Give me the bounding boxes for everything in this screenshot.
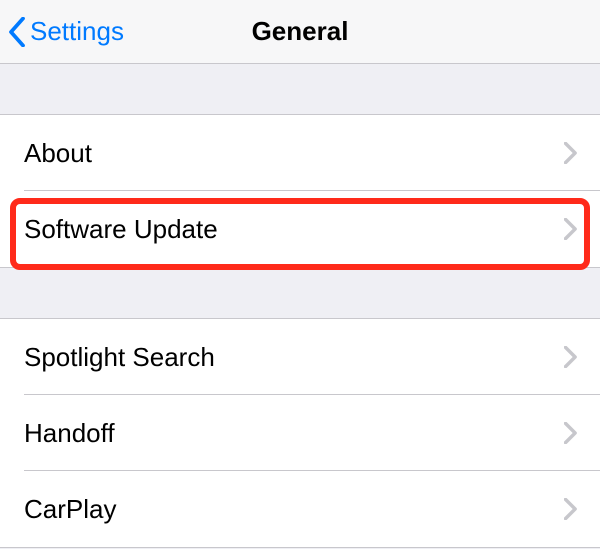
row-label: CarPlay [24,494,116,525]
section-spacer [0,64,600,114]
chevron-right-icon [564,142,578,164]
page-title: General [252,16,349,47]
row-handoff[interactable]: Handoff [0,395,600,471]
chevron-right-icon [564,218,578,240]
back-button[interactable]: Settings [0,16,124,47]
section-group-1: About Software Update [0,114,600,268]
row-spotlight-search[interactable]: Spotlight Search [0,319,600,395]
nav-header: Settings General [0,0,600,64]
chevron-left-icon [8,17,26,47]
row-carplay[interactable]: CarPlay [0,471,600,547]
chevron-right-icon [564,422,578,444]
row-label: About [24,138,92,169]
row-software-update[interactable]: Software Update [0,191,600,267]
row-label: Handoff [24,418,115,449]
section-spacer [0,268,600,318]
chevron-right-icon [564,346,578,368]
back-label: Settings [30,16,124,47]
section-group-2: Spotlight Search Handoff CarPlay [0,318,600,548]
row-about[interactable]: About [0,115,600,191]
row-label: Software Update [24,214,218,245]
row-label: Spotlight Search [24,342,215,373]
chevron-right-icon [564,498,578,520]
